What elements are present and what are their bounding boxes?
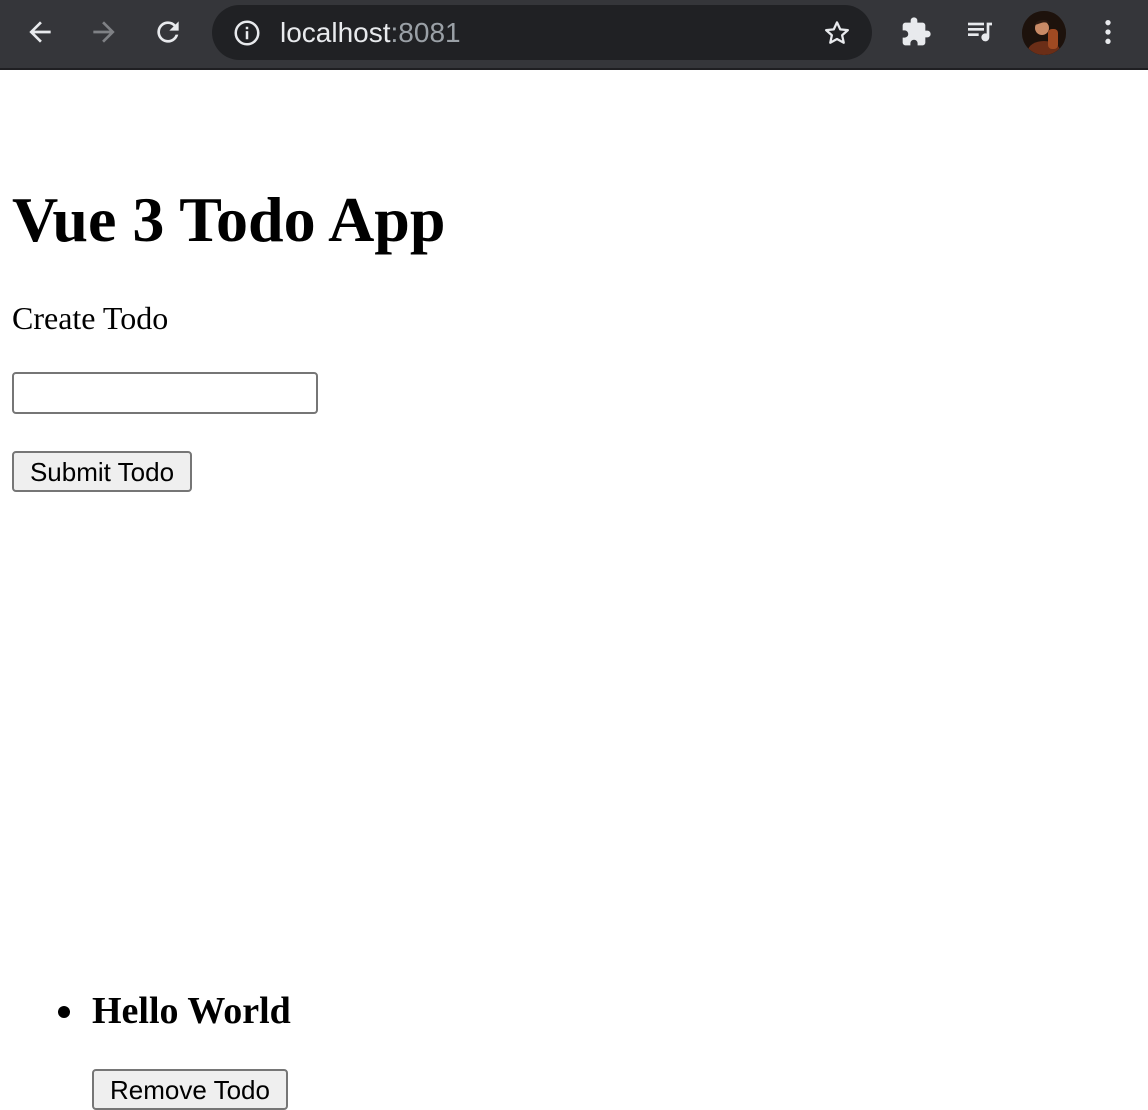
list-bullet: [58, 1006, 70, 1018]
page-title: Vue 3 Todo App: [12, 184, 446, 255]
kebab-menu-icon: [1105, 20, 1111, 44]
reload-icon: [157, 21, 179, 43]
avatar[interactable]: [1022, 11, 1066, 55]
remove-todo-button[interactable]: Remove Todo: [92, 1069, 288, 1110]
url-host: localhost: [280, 17, 391, 48]
media-controls-button[interactable]: [958, 10, 1002, 54]
create-todo-label: Create Todo: [12, 300, 169, 336]
reload-button[interactable]: [146, 10, 190, 54]
browser-toolbar: localhost:8081: [0, 0, 1148, 70]
url-text[interactable]: localhost:8081: [280, 17, 461, 49]
todo-input[interactable]: [12, 372, 318, 414]
extensions-button[interactable]: [894, 10, 938, 54]
back-button[interactable]: [18, 10, 62, 54]
puzzle-icon: [902, 17, 931, 46]
playlist-icon: [968, 22, 992, 42]
forward-arrow-icon: [93, 21, 115, 43]
address-bar[interactable]: localhost:8081: [212, 5, 872, 60]
todo-text: Hello World: [92, 990, 291, 1032]
browser-menu-button[interactable]: [1086, 10, 1130, 54]
submit-todo-button[interactable]: Submit Todo: [12, 451, 192, 492]
url-port: :8081: [390, 17, 461, 48]
star-icon[interactable]: [822, 18, 852, 48]
forward-button[interactable]: [82, 10, 126, 54]
info-icon[interactable]: [232, 18, 262, 48]
back-arrow-icon: [29, 21, 51, 43]
profile-photo: [1022, 11, 1066, 55]
